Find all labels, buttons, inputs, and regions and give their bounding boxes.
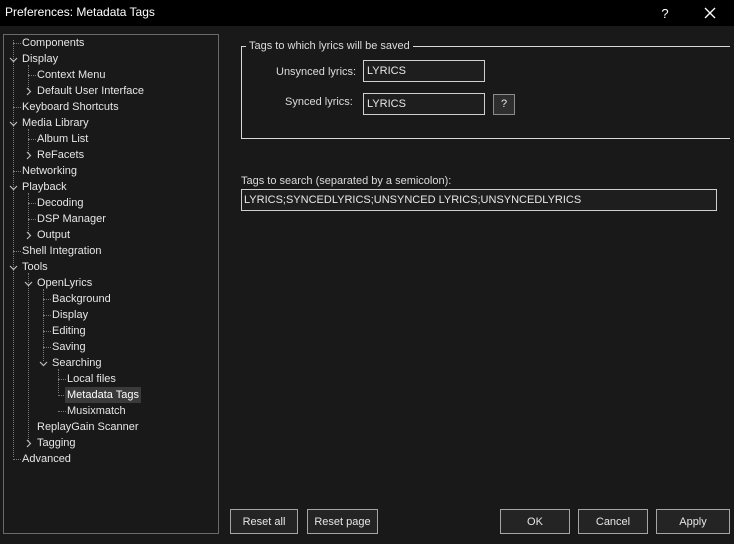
tree-item-openlyrics[interactable]: OpenLyrics (35, 275, 94, 291)
tree-item-networking[interactable]: Networking (20, 163, 79, 179)
chevron-right-icon[interactable] (24, 87, 33, 96)
tree-line (28, 193, 29, 233)
chevron-down-icon[interactable] (9, 119, 18, 128)
tree-item-tools[interactable]: Tools (20, 259, 50, 275)
apply-button[interactable]: Apply (656, 509, 730, 534)
window-title: Preferences: Metadata Tags (5, 5, 155, 19)
tree-line (28, 65, 29, 89)
tree-item-context-menu[interactable]: Context Menu (35, 67, 107, 83)
tree-item-tagging[interactable]: Tagging (35, 435, 78, 451)
tree-item-display[interactable]: Display (20, 51, 60, 67)
chevron-right-icon[interactable] (24, 151, 33, 160)
chevron-right-icon[interactable] (24, 231, 33, 240)
tree-item-keyboard-shortcuts[interactable]: Keyboard Shortcuts (20, 99, 121, 115)
tree-item-decoding[interactable]: Decoding (35, 195, 85, 211)
tree-item-local-files[interactable]: Local files (65, 371, 118, 387)
tree-item-searching[interactable]: Searching (50, 355, 104, 371)
title-bar: Preferences: Metadata Tags ? (0, 0, 734, 26)
chevron-down-icon[interactable] (9, 263, 18, 272)
tree-item-advanced[interactable]: Advanced (20, 451, 73, 467)
close-button[interactable] (692, 0, 728, 26)
synced-help-button[interactable]: ? (493, 94, 515, 115)
chevron-right-icon[interactable] (24, 439, 33, 448)
tree-item-components[interactable]: Components (20, 35, 86, 51)
preferences-tree[interactable]: Components Display Context Menu Default … (3, 34, 219, 534)
tree-item-saving[interactable]: Saving (50, 339, 88, 355)
tree-line (28, 273, 29, 441)
chevron-down-icon[interactable] (24, 279, 33, 288)
reset-all-button[interactable]: Reset all (230, 509, 298, 534)
tree-item-dsp-manager[interactable]: DSP Manager (35, 211, 108, 227)
tree-item-output[interactable]: Output (35, 227, 72, 243)
chevron-down-icon[interactable] (9, 183, 18, 192)
ok-button[interactable]: OK (500, 509, 570, 534)
tree-item-media-library[interactable]: Media Library (20, 115, 91, 131)
tree-item-album-list[interactable]: Album List (35, 131, 90, 147)
tree-line (58, 369, 59, 393)
search-tags-label: Tags to search (separated by a semicolon… (241, 175, 452, 187)
tree-item-background[interactable]: Background (50, 291, 113, 307)
tree-item-refacets[interactable]: ReFacets (35, 147, 86, 163)
tree-item-metadata-tags[interactable]: Metadata Tags (65, 387, 141, 403)
synced-lyrics-field[interactable] (363, 93, 485, 115)
tree-item-musixmatch[interactable]: Musixmatch (65, 403, 128, 419)
save-tags-group-title: Tags to which lyrics will be saved (246, 40, 413, 52)
search-tags-field[interactable] (241, 189, 717, 211)
tree-item-openlyrics-display[interactable]: Display (50, 307, 90, 323)
help-button[interactable]: ? (647, 0, 683, 26)
tree-line (13, 40, 14, 457)
tree-item-default-ui[interactable]: Default User Interface (35, 83, 146, 99)
unsynced-lyrics-label: Unsynced lyrics: (276, 66, 357, 78)
save-tags-group (241, 46, 730, 139)
synced-lyrics-label: Synced lyrics: (285, 96, 353, 108)
tree-item-replaygain-scanner[interactable]: ReplayGain Scanner (35, 419, 141, 435)
cancel-button[interactable]: Cancel (578, 509, 648, 534)
tree-item-shell-integration[interactable]: Shell Integration (20, 243, 104, 259)
chevron-down-icon[interactable] (39, 359, 48, 368)
tree-item-editing[interactable]: Editing (50, 323, 88, 339)
close-icon (704, 7, 716, 19)
tree-line (28, 129, 29, 153)
tree-item-playback[interactable]: Playback (20, 179, 69, 195)
reset-page-button[interactable]: Reset page (307, 509, 378, 534)
chevron-down-icon[interactable] (9, 55, 18, 64)
unsynced-lyrics-field[interactable] (363, 60, 485, 82)
